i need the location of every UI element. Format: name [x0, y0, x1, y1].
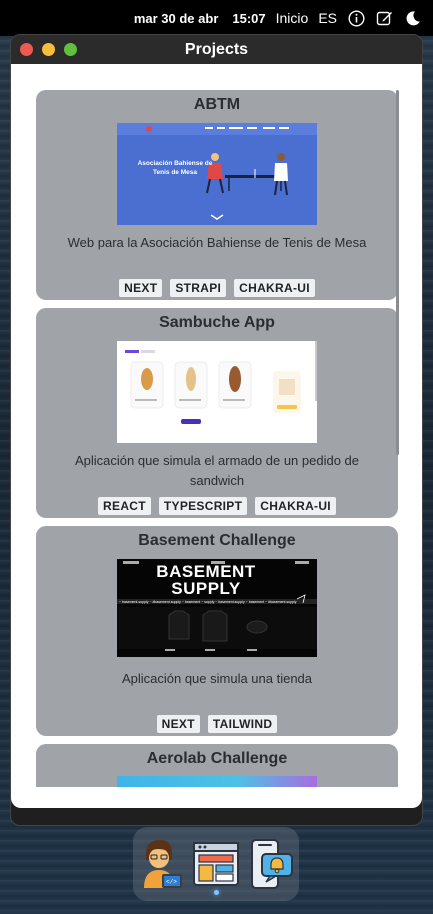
- project-description: Aplicación que simula una tienda: [121, 671, 313, 686]
- dock-active-indicator: [214, 890, 219, 895]
- svg-text:~ basement.supply ~ #basement.: ~ basement.supply ~ #basement.supply ~ b…: [119, 600, 297, 604]
- svg-text:</>: </>: [166, 879, 177, 886]
- project-title: Sambuche App: [159, 314, 275, 331]
- menu-date: mar 30 de abr: [133, 10, 219, 26]
- menu-language[interactable]: ES: [318, 10, 337, 26]
- maximize-window-button[interactable]: [64, 43, 77, 56]
- project-description: Web para la Asociación Bahiense de Tenis…: [67, 235, 367, 250]
- project-tags: NEXT TAILWIND: [36, 715, 398, 733]
- tag-badge: TYPESCRIPT: [158, 497, 248, 515]
- info-icon[interactable]: [347, 9, 365, 27]
- project-screenshot[interactable]: [117, 776, 317, 787]
- project-card[interactable]: Aerolab Challenge: [36, 744, 398, 787]
- dark-mode-icon[interactable]: [403, 9, 421, 27]
- projects-list[interactable]: ABTM Asociación Bahiense de Tenis de Mes…: [36, 90, 398, 787]
- project-tags: NEXT STRAPI CHAKRA-UI: [36, 279, 398, 297]
- project-tags: REACT TYPESCRIPT CHAKRA-UI: [36, 497, 398, 515]
- basement-screenshot-text: BASEMENT SUPPLY: [156, 562, 256, 598]
- tag-badge: STRAPI: [170, 279, 227, 297]
- project-title: ABTM: [193, 96, 241, 113]
- project-screenshot[interactable]: Asociación Bahiense de Tenis de Mesa: [117, 123, 317, 225]
- sambuche-screenshot-art: [125, 341, 317, 424]
- project-title: Aerolab Challenge: [146, 750, 288, 767]
- web-layout-icon[interactable]: [192, 836, 240, 892]
- tag-badge: TAILWIND: [207, 715, 278, 733]
- menu-inicio[interactable]: Inicio: [276, 10, 309, 26]
- project-description: Aplicación que simula el armado de un pe…: [74, 453, 360, 488]
- tag-badge: NEXT: [156, 715, 200, 733]
- menu-time: 15:07: [232, 10, 266, 26]
- developer-avatar-icon[interactable]: </>: [136, 836, 184, 892]
- menu-bar: mar 30 de abr 15:07 Inicio ES: [0, 0, 433, 36]
- edit-icon[interactable]: [375, 9, 393, 27]
- project-title: Basement Challenge: [138, 532, 296, 549]
- project-card[interactable]: Basement Challenge ~ basement.supply ~ #…: [36, 526, 398, 736]
- project-screenshot[interactable]: ~ basement.supply ~ #basement.supply ~ b…: [117, 559, 317, 657]
- tag-badge: REACT: [98, 497, 151, 515]
- minimize-window-button[interactable]: [42, 43, 55, 56]
- window-content: ABTM Asociación Bahiense de Tenis de Mes…: [11, 64, 422, 808]
- project-screenshot[interactable]: [117, 341, 317, 443]
- window-titlebar[interactable]: Projects: [11, 35, 422, 64]
- tag-badge: CHAKRA-UI: [255, 497, 336, 515]
- abtm-screenshot-text: Asociación Bahiense de Tenis de Mesa: [137, 160, 213, 176]
- project-card[interactable]: ABTM Asociación Bahiense de Tenis de Mes…: [36, 90, 398, 300]
- abtm-screenshot-art: Asociación Bahiense de Tenis de Mesa: [117, 123, 317, 220]
- notifications-app-icon[interactable]: [248, 836, 296, 892]
- scrollbar-thumb[interactable]: [396, 90, 399, 455]
- close-window-button[interactable]: [20, 43, 33, 56]
- tag-badge: NEXT: [119, 279, 163, 297]
- project-card[interactable]: Sambuche App Aplicación que simula el ar…: [36, 308, 398, 518]
- tag-badge: CHAKRA-UI: [234, 279, 315, 297]
- projects-window: Projects ABTM Asociación Bahiense de Ten…: [10, 34, 423, 826]
